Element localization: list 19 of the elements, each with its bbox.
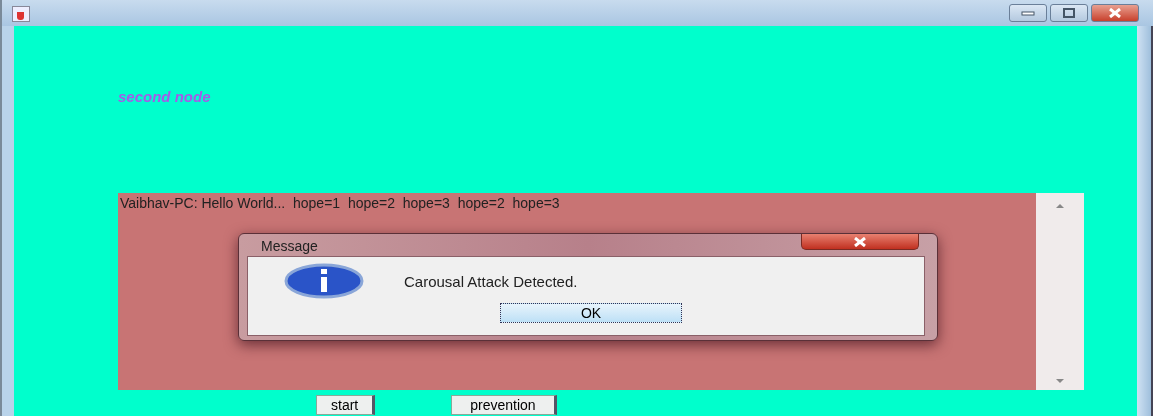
cup-icon [12,6,30,22]
start-button[interactable]: start [316,395,376,415]
scrollbar[interactable] [1036,193,1084,390]
ok-button[interactable]: OK [500,303,682,323]
close-button[interactable] [801,234,919,250]
log-text: Vaibhav-PC: Hello World... hope=1 hope=2 hope=3 hope=2 hope=3 [120,195,560,211]
dialog-title: Message [261,238,318,254]
close-button[interactable] [1091,4,1139,22]
dialog-message: Carousal Attack Detected. [404,272,578,290]
scroll-up-icon[interactable] [1055,203,1065,209]
minimize-button[interactable] [1009,4,1047,22]
scroll-down-icon[interactable] [1055,378,1065,384]
maximize-button[interactable] [1050,4,1088,22]
prevention-button[interactable]: prevention [451,395,557,415]
minimize-icon [1021,10,1035,16]
close-icon [1108,8,1122,18]
info-icon [284,263,364,299]
node-heading: second node [118,88,212,107]
maximize-icon [1062,8,1076,18]
